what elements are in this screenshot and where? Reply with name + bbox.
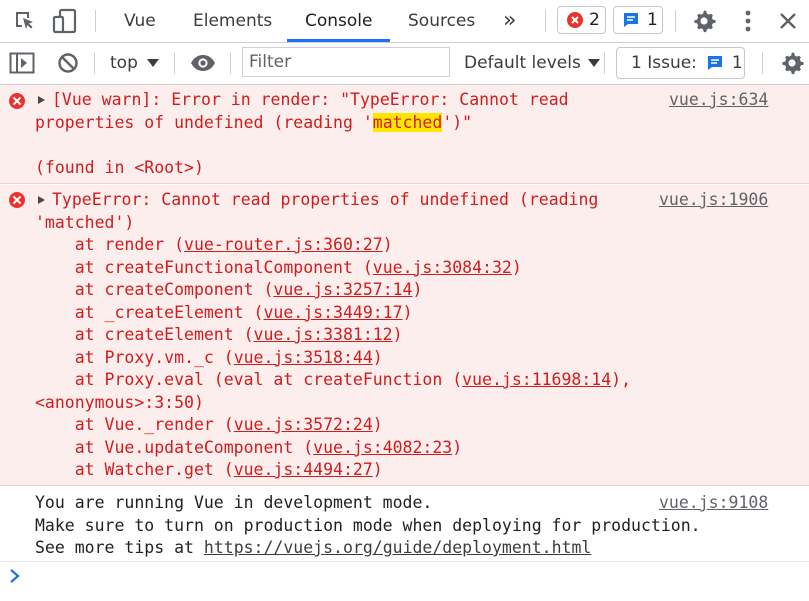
context-value: top (110, 53, 138, 73)
divider (230, 52, 231, 74)
divider (174, 52, 175, 74)
tab-console[interactable]: Console (305, 0, 373, 41)
stack-frame: at Vue.updateComponent (vue.js:4082:23) (35, 437, 463, 457)
source-link[interactable]: vue.js:1906 (659, 189, 768, 211)
stack-frame: at createFunctionalComponent (vue.js:308… (35, 257, 522, 277)
highlighted-word: matched (372, 113, 443, 132)
message-text: [Vue warn]: Error in render: "TypeError:… (52, 90, 569, 109)
device-toolbar-icon[interactable] (50, 0, 80, 42)
divider (95, 10, 96, 32)
message-text: properties of undefined (reading 'matche… (35, 113, 473, 132)
stack-frame-link[interactable]: vue.js:3084:32 (373, 258, 512, 277)
stack-frame-link[interactable]: vue.js:4082:23 (313, 438, 452, 457)
log-levels-dropdown[interactable]: Default levels (464, 43, 600, 83)
console-log-message: You are running Vue in development mode.… (0, 487, 809, 562)
stack-frame: <anonymous>:3:50) (35, 392, 204, 412)
stack-frame: at Proxy.vm._c (vue.js:3518:44) (35, 347, 383, 367)
tab-elements[interactable]: Elements (193, 0, 272, 41)
stack-frame-link[interactable]: vue.js:3572:24 (234, 415, 373, 434)
stack-frame: at createElement (vue.js:3381:12) (35, 325, 403, 344)
expand-triangle-icon[interactable] (38, 196, 45, 204)
stack-frame: at _createElement (vue.js:3449:17) (35, 302, 413, 322)
message-text: (found in <Root>) (35, 158, 204, 177)
stack-frame: at render (vue-router.js:360:27) (35, 235, 393, 254)
dropdown-arrow-icon (587, 59, 600, 67)
message-text: Make sure to turn on production mode whe… (35, 516, 701, 535)
issues-count: 1 (731, 53, 743, 73)
docs-link[interactable]: https://vuejs.org/guide/deployment.html (204, 538, 591, 557)
stack-frame-link[interactable]: vue.js:4494:27 (234, 460, 373, 479)
issues-button[interactable]: 1 Issue: 1 (616, 47, 745, 79)
console-settings-gear-icon[interactable] (779, 43, 805, 83)
console-prompt-chevron-icon[interactable] (8, 568, 22, 584)
stack-frame-link[interactable]: vue.js:3449:17 (263, 303, 402, 322)
divider (94, 52, 95, 74)
stack-frame-link[interactable]: vue.js:3381:12 (254, 325, 393, 344)
stack-frame-link[interactable]: vue.js:3257:14 (273, 280, 412, 299)
tab-vue[interactable]: Vue (124, 0, 156, 41)
message-icon (707, 56, 722, 70)
message-text: TypeError: Cannot read properties of und… (52, 190, 599, 209)
message-text: 'matched') (35, 213, 135, 232)
settings-gear-icon[interactable] (690, 0, 718, 42)
error-icon (9, 192, 25, 208)
more-options-icon[interactable] (735, 0, 761, 42)
divider (604, 52, 605, 74)
source-link[interactable]: vue.js:9108 (659, 492, 768, 514)
filter-input[interactable] (242, 47, 450, 77)
source-link[interactable]: vue.js:634 (669, 89, 768, 111)
stack-frame-link[interactable]: vue-router.js:360:27 (184, 235, 383, 254)
errors-count: 2 (589, 10, 600, 30)
devtools-tab-bar: Vue Elements Console Sources » 2 1 (0, 0, 809, 43)
message-icon (624, 13, 638, 27)
inspect-element-icon[interactable] (10, 0, 38, 42)
more-tabs-button[interactable]: » (503, 0, 516, 41)
divider (545, 10, 546, 32)
errors-badge[interactable]: 2 (557, 6, 606, 34)
stack-frame: at Proxy.eval (eval at createFunction (v… (35, 370, 632, 389)
stack-frame: at Vue._render (vue.js:3572:24) (35, 415, 383, 434)
message-text: You are running Vue in development mode. (35, 493, 433, 512)
stack-frame-link[interactable]: vue.js:3518:44 (234, 348, 373, 367)
stack-frame-link[interactable]: vue.js:11698:14 (462, 370, 611, 389)
messages-count: 1 (647, 10, 658, 30)
close-icon[interactable] (774, 0, 802, 42)
sidebar-toggle-icon[interactable] (8, 43, 36, 83)
stack-frame: at createComponent (vue.js:3257:14) (35, 280, 423, 299)
clear-console-icon[interactable] (55, 43, 81, 83)
expand-triangle-icon[interactable] (38, 96, 45, 104)
tab-sources[interactable]: Sources (408, 0, 475, 41)
console-error-message: TypeError: Cannot read properties of und… (0, 185, 809, 486)
stack-frame: at Watcher.get (vue.js:4494:27) (35, 460, 383, 479)
messages-badge[interactable]: 1 (613, 6, 663, 34)
dropdown-arrow-icon (146, 59, 159, 67)
console-toolbar: top Default levels 1 Issue: 1 (0, 43, 809, 85)
active-tab-indicator (287, 39, 390, 42)
issues-label: 1 Issue: (631, 53, 697, 73)
message-text: See more tips at https://vuejs.org/guide… (35, 538, 592, 557)
console-error-message: [Vue warn]: Error in render: "TypeError:… (0, 85, 809, 184)
divider (762, 52, 763, 74)
live-expression-eye-icon[interactable] (189, 43, 217, 83)
error-icon (9, 93, 25, 109)
divider (675, 10, 676, 32)
context-selector[interactable]: top (110, 43, 159, 83)
error-icon (567, 12, 583, 28)
log-levels-value: Default levels (464, 53, 581, 73)
